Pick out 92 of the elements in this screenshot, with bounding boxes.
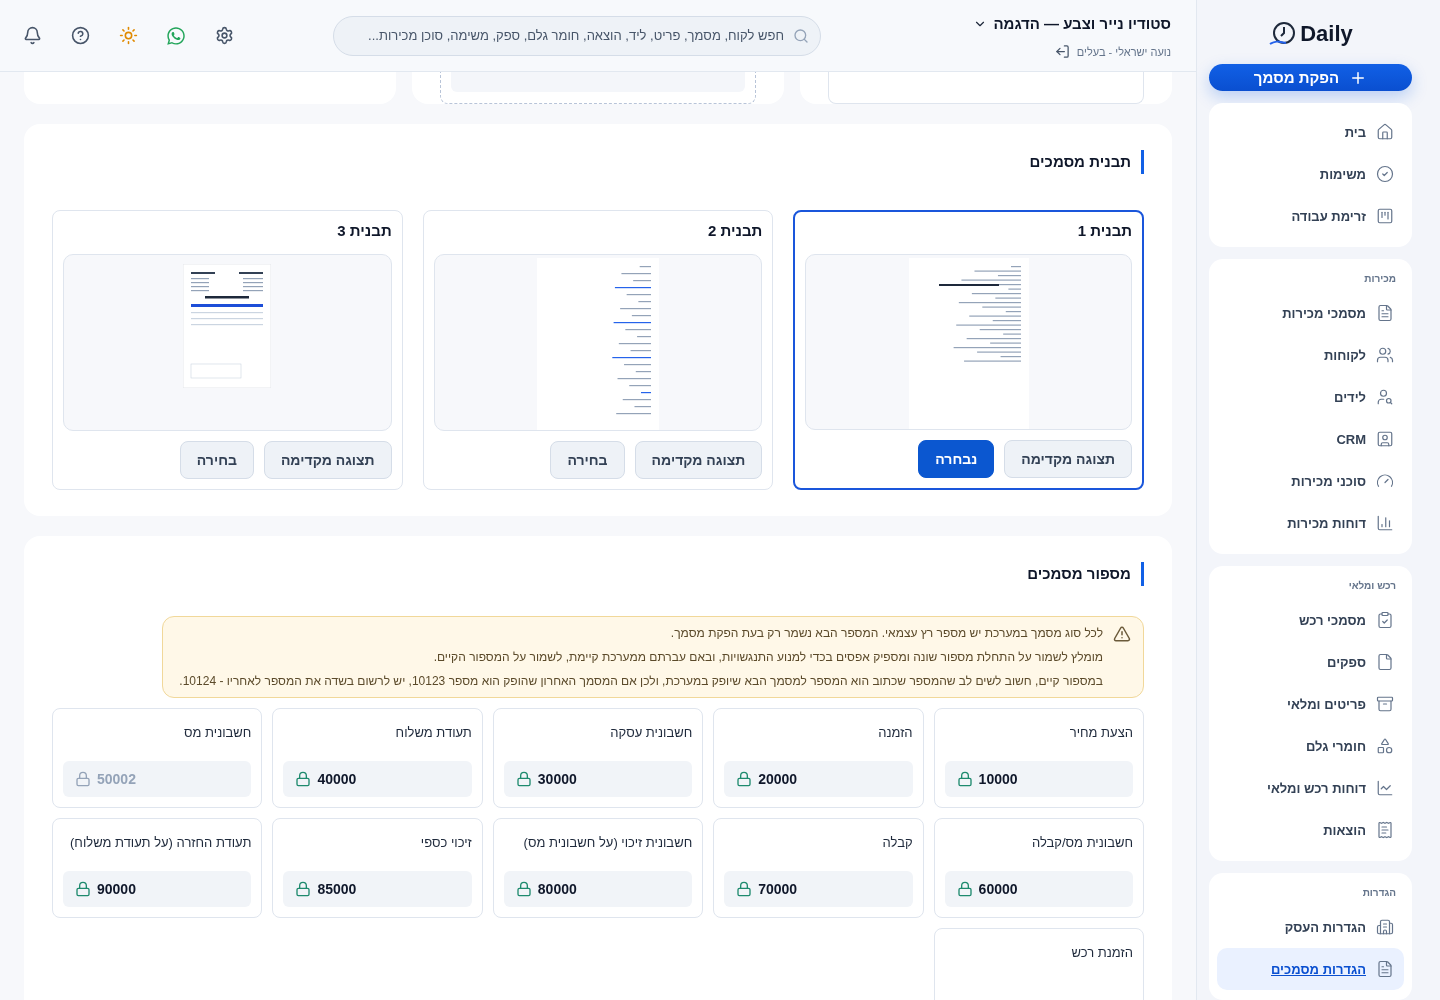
check-circle-icon	[1376, 165, 1394, 183]
nav-item[interactable]: דוחות רכש ומלאי	[1217, 767, 1404, 809]
gauge-icon	[1376, 472, 1394, 490]
file-icon	[1376, 653, 1394, 671]
select-button[interactable]: בחירה	[550, 441, 625, 479]
counter-label: הזמנה	[877, 725, 913, 740]
template-card[interactable]: תבנית 3 תצוגה מקדימה בחירה	[52, 210, 403, 490]
counter-field[interactable]: 40000	[283, 761, 472, 797]
counter-value: 60000	[978, 881, 1018, 897]
contact-card-icon	[1376, 430, 1394, 448]
template-name: תבנית 2	[707, 222, 763, 241]
counter-field[interactable]: 20000	[724, 761, 913, 797]
preview-button[interactable]: תצוגה מקדימה	[634, 441, 763, 479]
counter-label: חשבונית עסקה	[609, 725, 693, 740]
counter-label: הזמנת רכש	[1070, 945, 1133, 960]
template-name: תבנית 1	[1076, 222, 1132, 241]
logo-text: Daily	[1300, 21, 1353, 47]
archive-icon	[1376, 695, 1394, 713]
nav-group-heading: מכירות	[1363, 272, 1397, 286]
counter-value: 20000	[758, 771, 798, 787]
counter-label: חשבונית מס/קבלה	[1030, 835, 1133, 850]
building-icon	[1376, 918, 1394, 936]
search-icon	[793, 27, 809, 44]
section-title: מספור מסמכים	[1027, 562, 1144, 586]
nav-item[interactable]: הגדרות העסק	[1217, 906, 1404, 948]
counter-value: 10000	[978, 771, 1018, 787]
user-search-icon	[1376, 388, 1394, 406]
nav-group-heading: הגדרות	[1361, 886, 1397, 900]
template-card[interactable]: תבנית 2 תצוגה מקדימה בחירה	[422, 210, 774, 490]
select-button[interactable]: בחירה	[179, 441, 254, 479]
nav-item[interactable]: הגדרות מסמכים	[1217, 948, 1404, 990]
nav-item[interactable]: סוכני מכירות	[1217, 460, 1404, 502]
nav-item[interactable]: לידים	[1217, 376, 1404, 418]
counter-label: הצעת מחיר	[1068, 725, 1133, 740]
counter-label: חשבונית זיכוי (על חשבונית מס)	[522, 835, 693, 850]
nav-item[interactable]: חומרי גלם	[1217, 725, 1404, 767]
nav-item[interactable]: דוחות מכירות	[1217, 502, 1404, 544]
nav-item[interactable]: ספקים	[1217, 641, 1404, 683]
counter-field[interactable]: 80000	[503, 871, 693, 907]
counter-field[interactable]: 10000	[944, 761, 1133, 797]
counter-label: תעודת החזרה (על תעודת משלוח)	[69, 835, 252, 850]
counter-field[interactable]: 30000	[503, 761, 693, 797]
nav-group-heading: רכש ומלאי	[1347, 579, 1397, 593]
nav-item[interactable]: פריטים ומלאי	[1217, 683, 1404, 725]
nav-item[interactable]: זרימת עבודה	[1217, 195, 1404, 237]
warning-icon	[1113, 625, 1131, 643]
section-title: תבנית מסמכים	[1029, 150, 1144, 174]
counter-value: 85000	[317, 881, 357, 897]
nav-item[interactable]: מסמכי מכירות	[1217, 292, 1404, 334]
logout-icon[interactable]	[1054, 43, 1071, 60]
counter-label: זיכוי כספי	[419, 835, 472, 850]
counter-label: חשבונית מס	[182, 725, 252, 740]
counter-field[interactable]: 60000	[944, 871, 1133, 907]
shapes-icon	[1376, 737, 1394, 755]
business-name: סטודיו נייר וצבע — הדגמה	[993, 15, 1171, 32]
search-field[interactable]: חפש לקוח, מסמך, פריט, ליד, הוצאה, חומר גלם, ספק, משימה, סוכן מכירות...	[333, 15, 821, 56]
counter-field[interactable]: 90000	[63, 871, 252, 907]
kanban-icon	[1376, 207, 1394, 225]
preview-button[interactable]: תצוגה מקדימה	[263, 441, 392, 479]
nav-item[interactable]: לקוחות	[1217, 334, 1404, 376]
counter-value: 50002	[97, 771, 136, 787]
clipboard-check-icon	[1376, 611, 1394, 629]
template-name: תבנית 3	[336, 222, 392, 241]
house-icon	[1376, 123, 1394, 141]
user-role-text: נועה ישראלי - בעלים	[1076, 45, 1171, 58]
counter-label: תעודת משלוח	[394, 725, 472, 740]
nav-item[interactable]: בית	[1217, 111, 1404, 153]
new-document-button[interactable]: הפקת מסמך	[1209, 64, 1412, 91]
template-card[interactable]: תבנית 1 תצוגה מקדימה נבחרה	[793, 210, 1144, 490]
bar-chart-icon	[1376, 514, 1394, 532]
notice-text: במספור קיים, חשוב לשים לב שהמספר שכתוב הוא המספר למסמך הבא שיופק במערכת, ולכן אם המסמך האחרון שהופק הוא מספר 10123, יש לרשום בשדה את המספר לאחריו - 10124.	[179, 673, 1103, 689]
preview-button[interactable]: תצוגה מקדימה	[1004, 440, 1132, 478]
nav-item[interactable]: CRM	[1217, 418, 1404, 460]
nav-item[interactable]: מסמכי רכש	[1217, 599, 1404, 641]
counter-field[interactable]: 70000	[724, 871, 913, 907]
document-icon	[1376, 304, 1394, 322]
notice-text: מומלץ לשמור על התחלת מספור שונה ומספיק אפסים בכדי למנוע התנגשויות, ובאם עברתם ממערכת קיימת, לשמור על המספור הקיים.	[432, 649, 1103, 665]
users-icon	[1376, 346, 1394, 364]
nav-item[interactable]: הוצאות	[1217, 809, 1404, 851]
counter-value: 70000	[758, 881, 798, 897]
notice-text: לכל סוג מסמך במערכת יש מספר רץ עצמאי. המספר הבא נשמר רק בעת הפקת מסמך.	[669, 625, 1103, 641]
select-button[interactable]: נבחרה	[918, 440, 995, 478]
counter-value: 40000	[317, 771, 357, 787]
document-icon	[1376, 960, 1394, 978]
receipt-icon	[1376, 821, 1394, 839]
counter-value: 80000	[537, 881, 577, 897]
counter-label: קבלה	[881, 835, 913, 850]
counter-value: 90000	[97, 881, 136, 897]
line-chart-icon	[1376, 779, 1394, 797]
counter-field[interactable]: 85000	[283, 871, 472, 907]
nav-item[interactable]: משימות	[1217, 153, 1404, 195]
counter-value: 30000	[537, 771, 577, 787]
